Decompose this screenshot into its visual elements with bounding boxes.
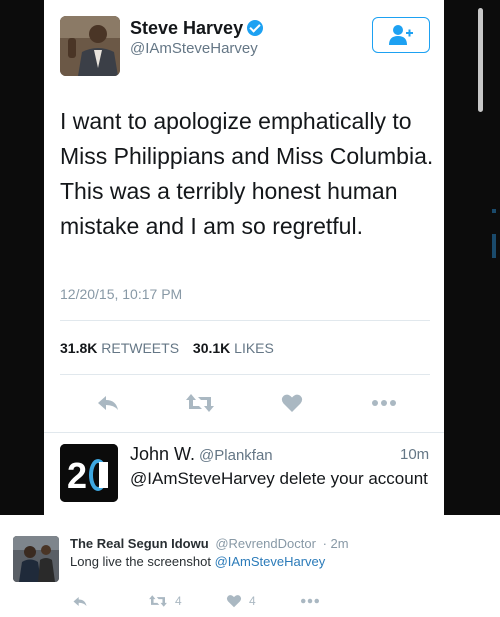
quote-actions: 4 4 [70, 591, 330, 611]
dark-background-left [0, 0, 44, 515]
quote-mention-link[interactable]: @IAmSteveHarvey [215, 554, 326, 569]
reply-icon [98, 396, 118, 410]
reply-author[interactable]: John W. @Plankfan [130, 444, 273, 465]
quote-tweet[interactable]: The Real Segun Idowu @RevrendDoctor · 2m… [0, 515, 500, 617]
retweet-icon [186, 394, 214, 412]
quote-time[interactable]: 2m [331, 536, 349, 551]
tweet-actions [60, 388, 430, 418]
tweet-stats: 31.8K RETWEETS 30.1K LIKES [60, 340, 284, 356]
more-icon [372, 400, 396, 406]
divider [60, 374, 430, 375]
reply-text: @IAmSteveHarvey delete your account [130, 469, 428, 488]
reply-button[interactable] [88, 388, 128, 418]
retweet-icon [149, 595, 167, 607]
avatar-number: 2 [67, 455, 87, 496]
retweet-button[interactable] [180, 388, 220, 418]
tweet-timestamp[interactable]: 12/20/15, 10:17 PM [60, 286, 182, 302]
dark-background-right [444, 0, 500, 515]
quote-text-body: Long live the screenshot [70, 554, 211, 569]
tweet-text: I want to apologize emphatically to Miss… [60, 108, 434, 239]
quote-retweet-button[interactable]: 4 [148, 591, 182, 611]
reply-author-handle[interactable]: @Plankfan [199, 447, 273, 464]
quote-more-button[interactable] [300, 591, 320, 611]
quote-separator: · [322, 536, 327, 551]
retweets-count[interactable]: 31.8K [60, 340, 97, 356]
quote-author-name[interactable]: The Real Segun Idowu [70, 536, 209, 551]
reply-avatar[interactable]: 2 [60, 444, 118, 502]
scrollbar[interactable] [478, 8, 483, 112]
verified-badge-icon [247, 20, 264, 36]
author-name[interactable]: Steve Harvey [130, 18, 264, 39]
tweet-card: Steve Harvey @IAmSteveHarvey I want to a… [44, 0, 483, 515]
quote-reply-button[interactable] [72, 591, 88, 611]
retweets-label[interactable]: RETWEETS [101, 340, 179, 356]
avatar-photo [13, 536, 59, 582]
quote-like-count: 4 [249, 594, 256, 608]
quote-author[interactable]: The Real Segun Idowu @RevrendDoctor · 2m [70, 536, 349, 551]
reply-icon [73, 596, 87, 606]
reply-time[interactable]: 10m [400, 446, 429, 463]
background-fragment [492, 234, 496, 258]
likes-label[interactable]: LIKES [234, 340, 274, 356]
quote-author-handle[interactable]: @RevrendDoctor [215, 536, 316, 551]
more-button[interactable] [364, 388, 404, 418]
background-fragment [492, 209, 496, 213]
author-avatar[interactable] [60, 16, 120, 76]
divider [60, 320, 430, 321]
quote-author-avatar[interactable] [13, 536, 59, 582]
quote-text: Long live the screenshot @IAmSteveHarvey [70, 554, 325, 569]
quote-like-button[interactable]: 4 [226, 591, 256, 611]
likes-count[interactable]: 30.1K [193, 340, 230, 356]
avatar-photo [60, 16, 120, 76]
like-icon [281, 394, 303, 412]
more-icon [301, 598, 319, 604]
reply-tweet[interactable]: 2 John W. @Plankfan 10m @IAmSteveHarvey d… [44, 432, 444, 515]
quote-retweet-count: 4 [175, 594, 182, 608]
like-icon [226, 595, 242, 608]
author-handle[interactable]: @IAmSteveHarvey [130, 40, 258, 57]
add-user-icon [389, 25, 413, 45]
follow-button[interactable] [372, 17, 430, 53]
author-name-text[interactable]: Steve Harvey [130, 18, 243, 38]
reply-author-name[interactable]: John W. [130, 444, 195, 464]
like-button[interactable] [272, 388, 312, 418]
portal-logo-icon: 2 [60, 444, 118, 502]
